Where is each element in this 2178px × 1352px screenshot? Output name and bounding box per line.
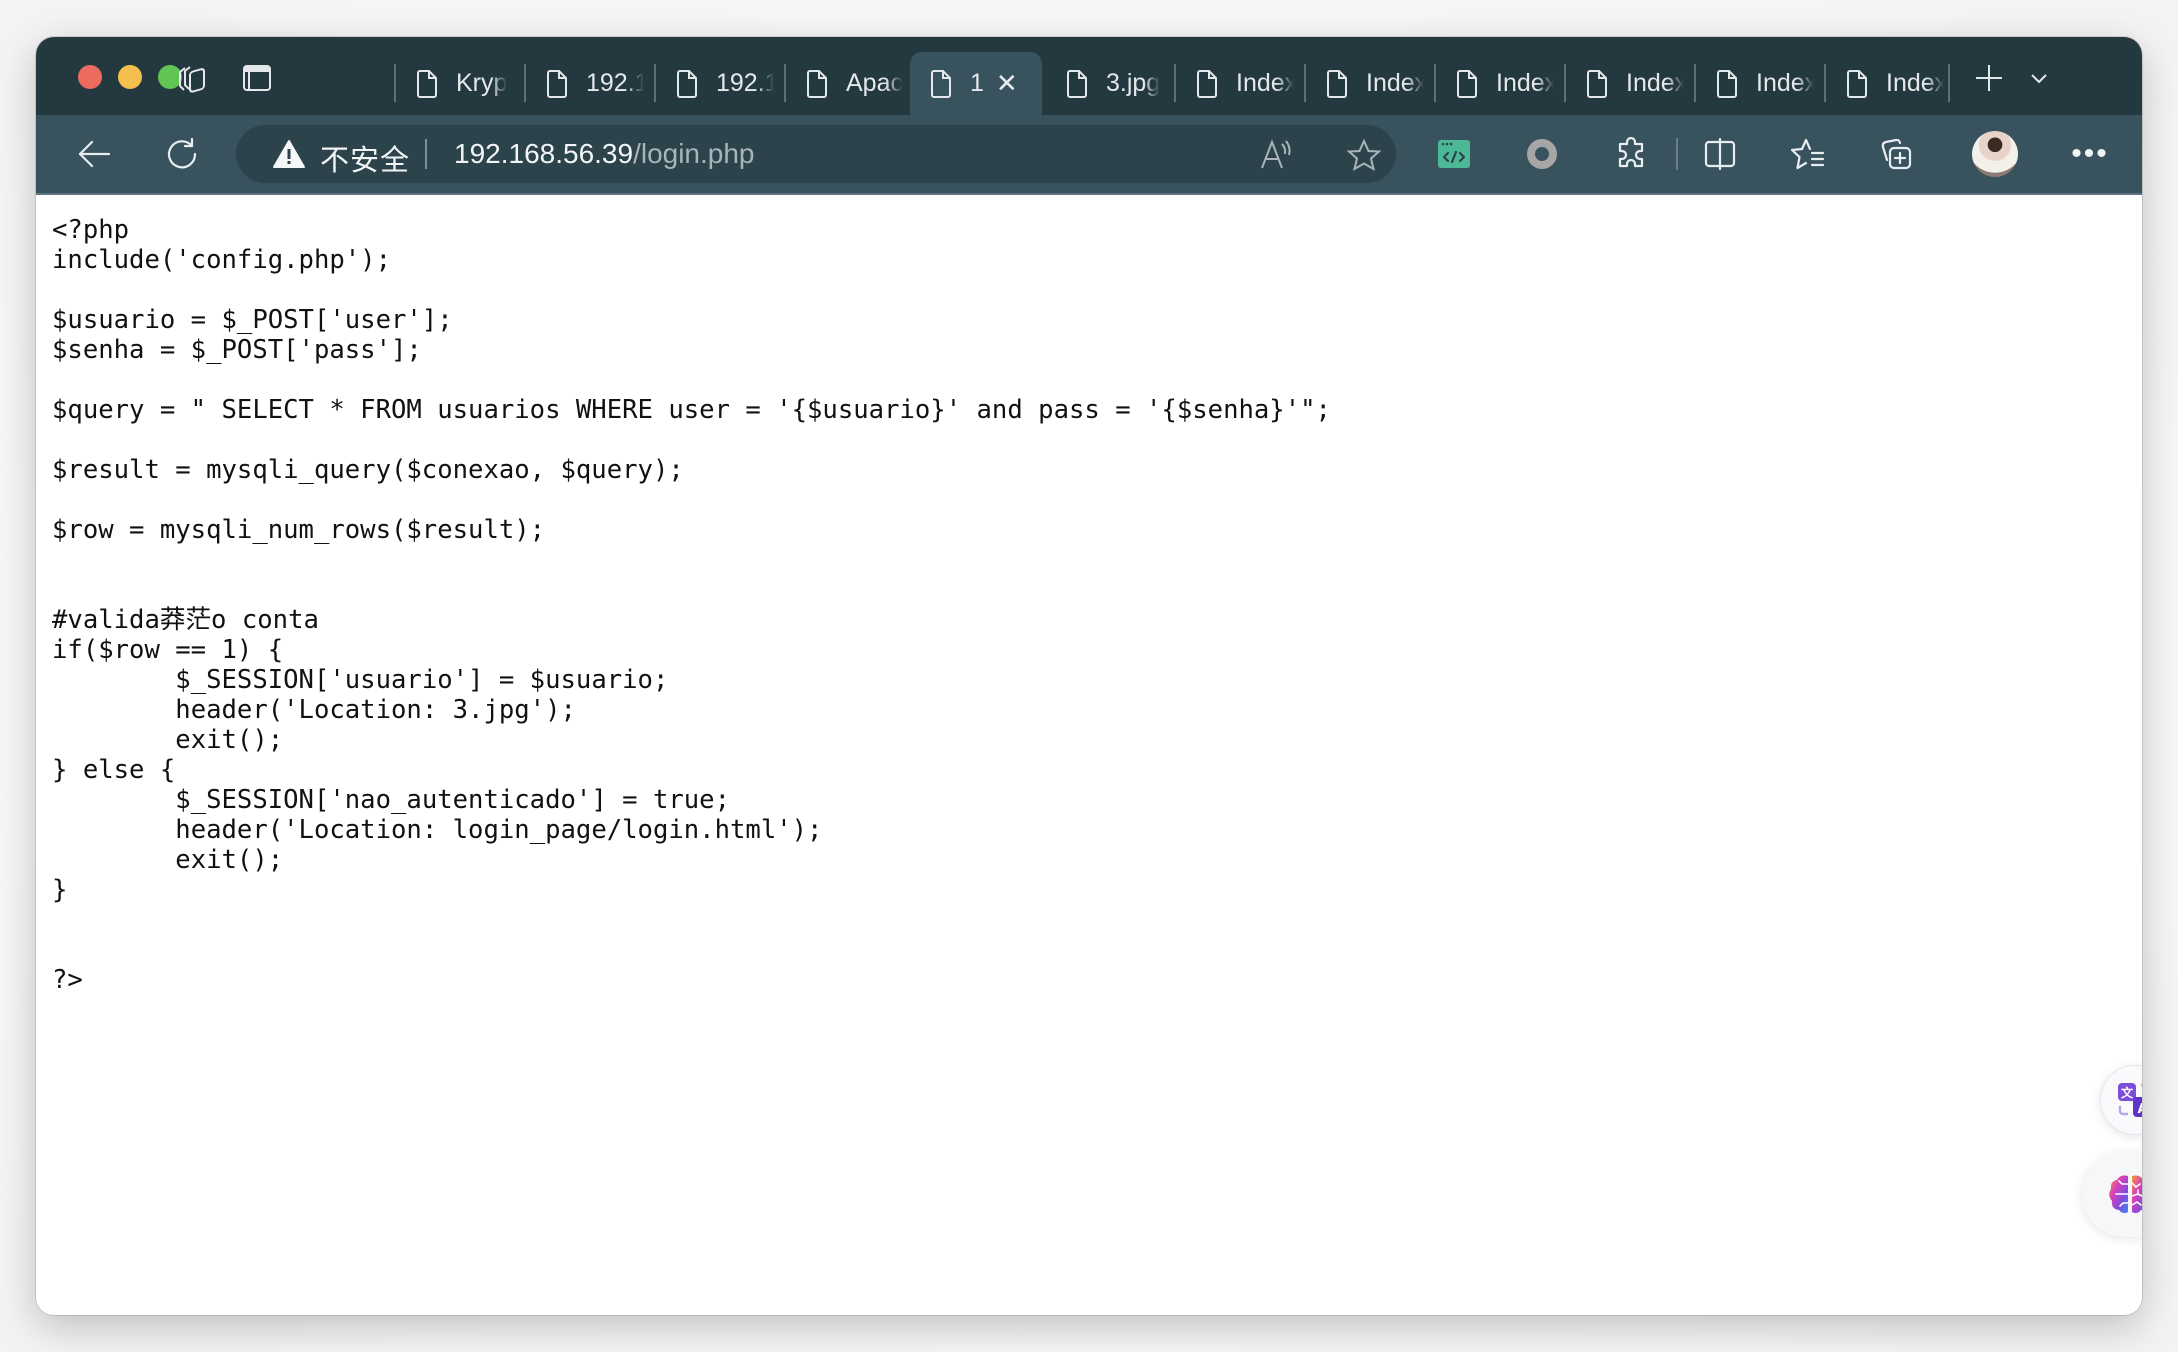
- url-host: 192.168.56.39: [454, 138, 634, 169]
- tab[interactable]: 3.jpg: [1046, 52, 1176, 115]
- tab[interactable]: Index: [1826, 52, 1956, 115]
- back-arrow-icon: [78, 140, 111, 168]
- tab-title: Index: [1626, 69, 1684, 97]
- svg-text:文: 文: [2121, 1085, 2134, 1100]
- back-button[interactable]: [72, 132, 116, 176]
- tab-title: Index: [1366, 69, 1424, 97]
- page-icon: [546, 69, 568, 99]
- tab-active[interactable]: 1 ✕: [910, 52, 1042, 115]
- tab-separator: [1948, 64, 1950, 102]
- devtools-extension-button[interactable]: [1432, 132, 1476, 176]
- tab[interactable]: Index: [1566, 52, 1696, 115]
- close-window-button[interactable]: [78, 65, 102, 89]
- refresh-button[interactable]: [160, 132, 204, 176]
- tab-actions-chevron-down-icon[interactable]: [2022, 63, 2056, 93]
- ring-icon: [1527, 139, 1557, 169]
- favorites-list-icon: [1790, 138, 1825, 170]
- tab-title: Index: [1756, 69, 1814, 97]
- code-window-icon: [1438, 140, 1470, 168]
- translate-icon: 文 A: [2118, 1083, 2142, 1117]
- page-icon: [1586, 69, 1608, 99]
- page-icon: [1066, 69, 1088, 99]
- tab-title: Index: [1496, 69, 1554, 97]
- collections-icon: [1881, 138, 1912, 170]
- refresh-icon: [167, 137, 197, 169]
- favorite-star-button[interactable]: [1346, 137, 1382, 173]
- address-bar[interactable]: 不安全 192.168.56.39/login.php: [236, 125, 1396, 183]
- tab[interactable]: Index: [1696, 52, 1826, 115]
- page-icon: [676, 69, 698, 99]
- not-secure-warning-icon[interactable]: [272, 139, 306, 174]
- tab[interactable]: Index: [1306, 52, 1436, 115]
- workspaces-icon[interactable]: [176, 63, 210, 93]
- tab-title: 1: [970, 69, 984, 97]
- svg-text:A: A: [2137, 1102, 2142, 1117]
- profile-avatar[interactable]: [1972, 131, 2018, 177]
- security-status-label[interactable]: 不安全: [320, 137, 410, 179]
- tab[interactable]: 192.1: [656, 52, 786, 115]
- page-icon: [806, 69, 828, 99]
- page-icon: [1196, 69, 1218, 99]
- minimize-window-button[interactable]: [118, 65, 142, 89]
- read-aloud-icon: [1261, 139, 1291, 169]
- toolbar-divider: [1676, 138, 1678, 170]
- tab-title: 192.1: [716, 69, 774, 97]
- url-path: /login.php: [633, 138, 755, 169]
- close-tab-icon[interactable]: ✕: [996, 68, 1018, 99]
- page-icon: [1716, 69, 1738, 99]
- ring-extension-button[interactable]: [1520, 132, 1564, 176]
- tab[interactable]: 192.1: [526, 52, 656, 115]
- browser-window: Kryp 192.1 192.1 Apac 1 ✕ 3.jpg Index Index Index…: [36, 37, 2142, 1315]
- page-icon: [1326, 69, 1348, 99]
- page-icon: [1456, 69, 1478, 99]
- url-text[interactable]: 192.168.56.39/login.php: [454, 138, 755, 170]
- favorites-button[interactable]: [1786, 132, 1830, 176]
- navigation-toolbar: 不安全 192.168.56.39/login.php •••: [36, 115, 2142, 195]
- collections-button[interactable]: [1874, 132, 1918, 176]
- tab[interactable]: Index: [1176, 52, 1306, 115]
- translate-button[interactable]: 文 A: [2100, 1065, 2142, 1135]
- tab-title: Index: [1236, 69, 1294, 97]
- split-screen-icon: [1704, 138, 1736, 170]
- tab-title: 3.jpg: [1106, 69, 1161, 97]
- tab[interactable]: Index: [1436, 52, 1566, 115]
- read-aloud-button[interactable]: [1258, 137, 1294, 173]
- ai-assistant-button[interactable]: [2082, 1151, 2142, 1237]
- tab-title: Apac: [846, 69, 903, 97]
- tab-title: Kryp: [456, 69, 508, 97]
- page-icon: [416, 69, 438, 99]
- tab[interactable]: Kryp: [396, 52, 526, 115]
- puzzle-icon: [1618, 137, 1644, 168]
- tab-title: Index: [1886, 69, 1944, 97]
- tab[interactable]: Apac: [786, 52, 916, 115]
- extensions-button[interactable]: [1609, 132, 1653, 176]
- page-icon: [1846, 69, 1868, 99]
- php-source-code: <?php include('config.php'); $usuario = …: [52, 215, 1331, 995]
- brain-icon: [2109, 1175, 2142, 1214]
- address-separator: [425, 139, 427, 169]
- star-icon: [1346, 138, 1382, 172]
- tab-title: 192.1: [586, 69, 644, 97]
- page-icon: [930, 69, 952, 99]
- settings-more-button[interactable]: •••: [2068, 132, 2112, 176]
- tab-strip: Kryp 192.1 192.1 Apac 1 ✕ 3.jpg Index Index Index…: [36, 37, 2142, 115]
- vertical-tabs-icon[interactable]: [240, 63, 274, 93]
- page-content: <?php include('config.php'); $usuario = …: [36, 195, 2142, 1315]
- split-screen-button[interactable]: [1698, 132, 1742, 176]
- new-tab-button[interactable]: [1972, 63, 2006, 93]
